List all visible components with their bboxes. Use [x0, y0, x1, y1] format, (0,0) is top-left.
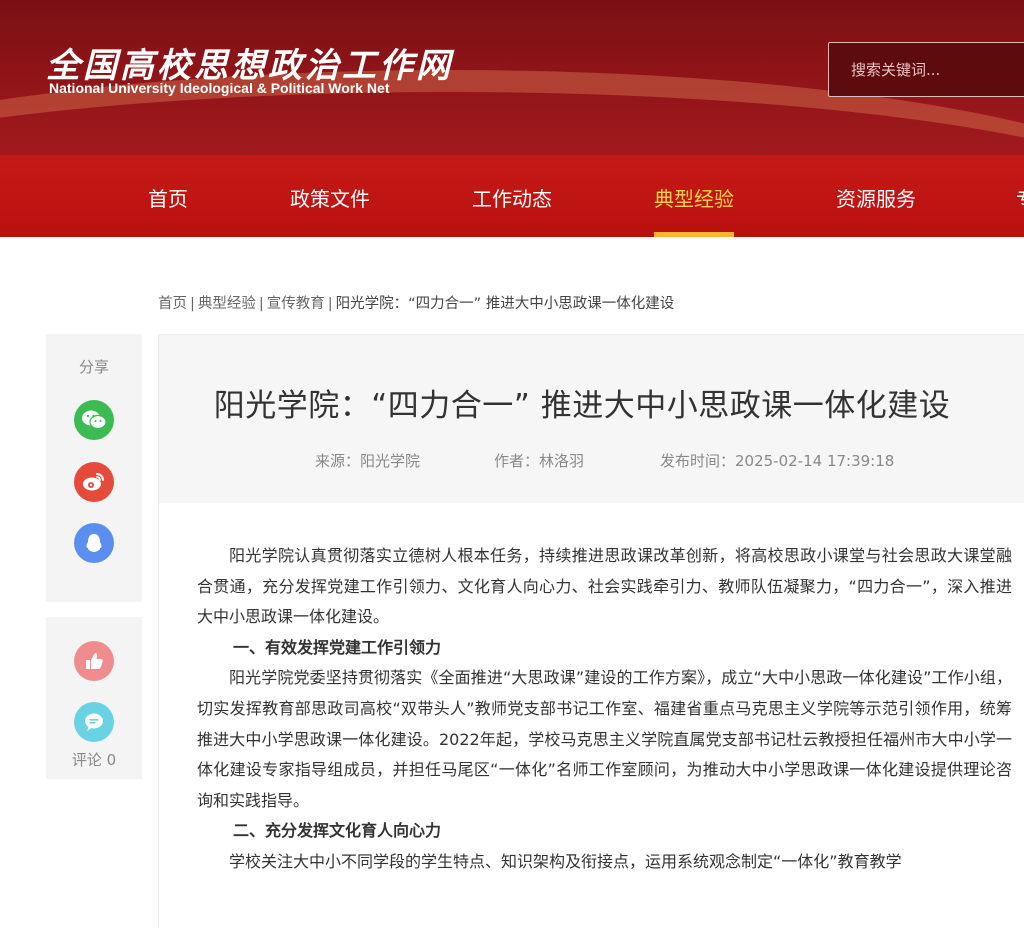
breadcrumb-home[interactable]: 首页 — [158, 296, 187, 312]
nav-active-indicator — [654, 232, 734, 237]
main-nav: 首页 政策文件 工作动态 典型经验 资源服务 专 — [0, 155, 1024, 237]
share-weibo-button[interactable] — [74, 462, 114, 502]
breadcrumb-experience[interactable]: 典型经验 — [198, 296, 256, 312]
article-section-heading: 一、有效发挥党建工作引领力 — [233, 637, 442, 657]
comment-button[interactable] — [74, 702, 114, 742]
qq-icon — [86, 534, 102, 552]
breadcrumb-separator: | — [327, 296, 333, 312]
article-section-heading: 二、充分发挥文化育人向心力 — [233, 821, 442, 841]
article-paragraph: 阳光学院党委坚持贯彻落实《全面推进“大思政课”建设的工作方案》，成立“大中小思政… — [197, 668, 1012, 810]
breadcrumb-publicity[interactable]: 宣传教育 — [267, 296, 325, 312]
breadcrumb-separator: | — [258, 296, 264, 312]
breadcrumb: 首页 | 典型经验 | 宣传教育 | 阳光学院：“四力合一” 推进大中小思政课一体化建设 — [158, 292, 674, 313]
nav-item-resources[interactable]: 资源服务 — [836, 183, 916, 212]
action-panel: 评论 0 — [46, 617, 142, 779]
like-button[interactable] — [74, 641, 114, 681]
search-input[interactable] — [828, 42, 1024, 97]
breadcrumb-current: 阳光学院：“四力合一” 推进大中小思政课一体化建设 — [335, 296, 675, 312]
share-label: 分享 — [78, 358, 109, 376]
article-content: 阳光学院认真贯彻落实立德树人根本任务，持续推进思政课改革创新，将高校思政小课堂与… — [197, 541, 1012, 878]
nav-item-experience[interactable]: 典型经验 — [654, 183, 734, 212]
share-qq-button[interactable] — [74, 523, 114, 563]
article-published: 发布时间：2025-02-14 17:39:18 — [660, 452, 895, 470]
comment-count[interactable]: 评论 0 — [46, 749, 142, 770]
share-panel: 分享 — [46, 334, 142, 602]
article-paragraph: 学校关注大中小不同学段的学生特点、知识架构及衔接点，运用系统观念制定“一体化”教… — [229, 851, 902, 871]
article-title: 阳光学院：“四力合一” 推进大中小思政课一体化建设 — [213, 388, 951, 424]
nav-item-policy[interactable]: 政策文件 — [290, 183, 370, 212]
breadcrumb-separator: | — [190, 296, 195, 312]
comment-icon — [85, 713, 103, 731]
weibo-icon — [83, 473, 104, 491]
site-header: 全国高校思想政治工作网 National University Ideologi… — [0, 0, 1024, 155]
article-author: 作者：林洛羽 — [494, 452, 585, 470]
nav-item-home[interactable]: 首页 — [148, 183, 188, 212]
nav-item-news[interactable]: 工作动态 — [472, 183, 552, 212]
thumbs-up-icon — [86, 653, 103, 669]
site-logo-en: National University Ideological & Politi… — [49, 80, 390, 96]
article-paragraph: 阳光学院认真贯彻落实立德树人根本任务，持续推进思政课改革创新，将高校思政小课堂与… — [197, 546, 1012, 627]
article-source: 来源：阳光学院 — [315, 452, 421, 470]
nav-item-more[interactable]: 专 — [1016, 183, 1024, 212]
